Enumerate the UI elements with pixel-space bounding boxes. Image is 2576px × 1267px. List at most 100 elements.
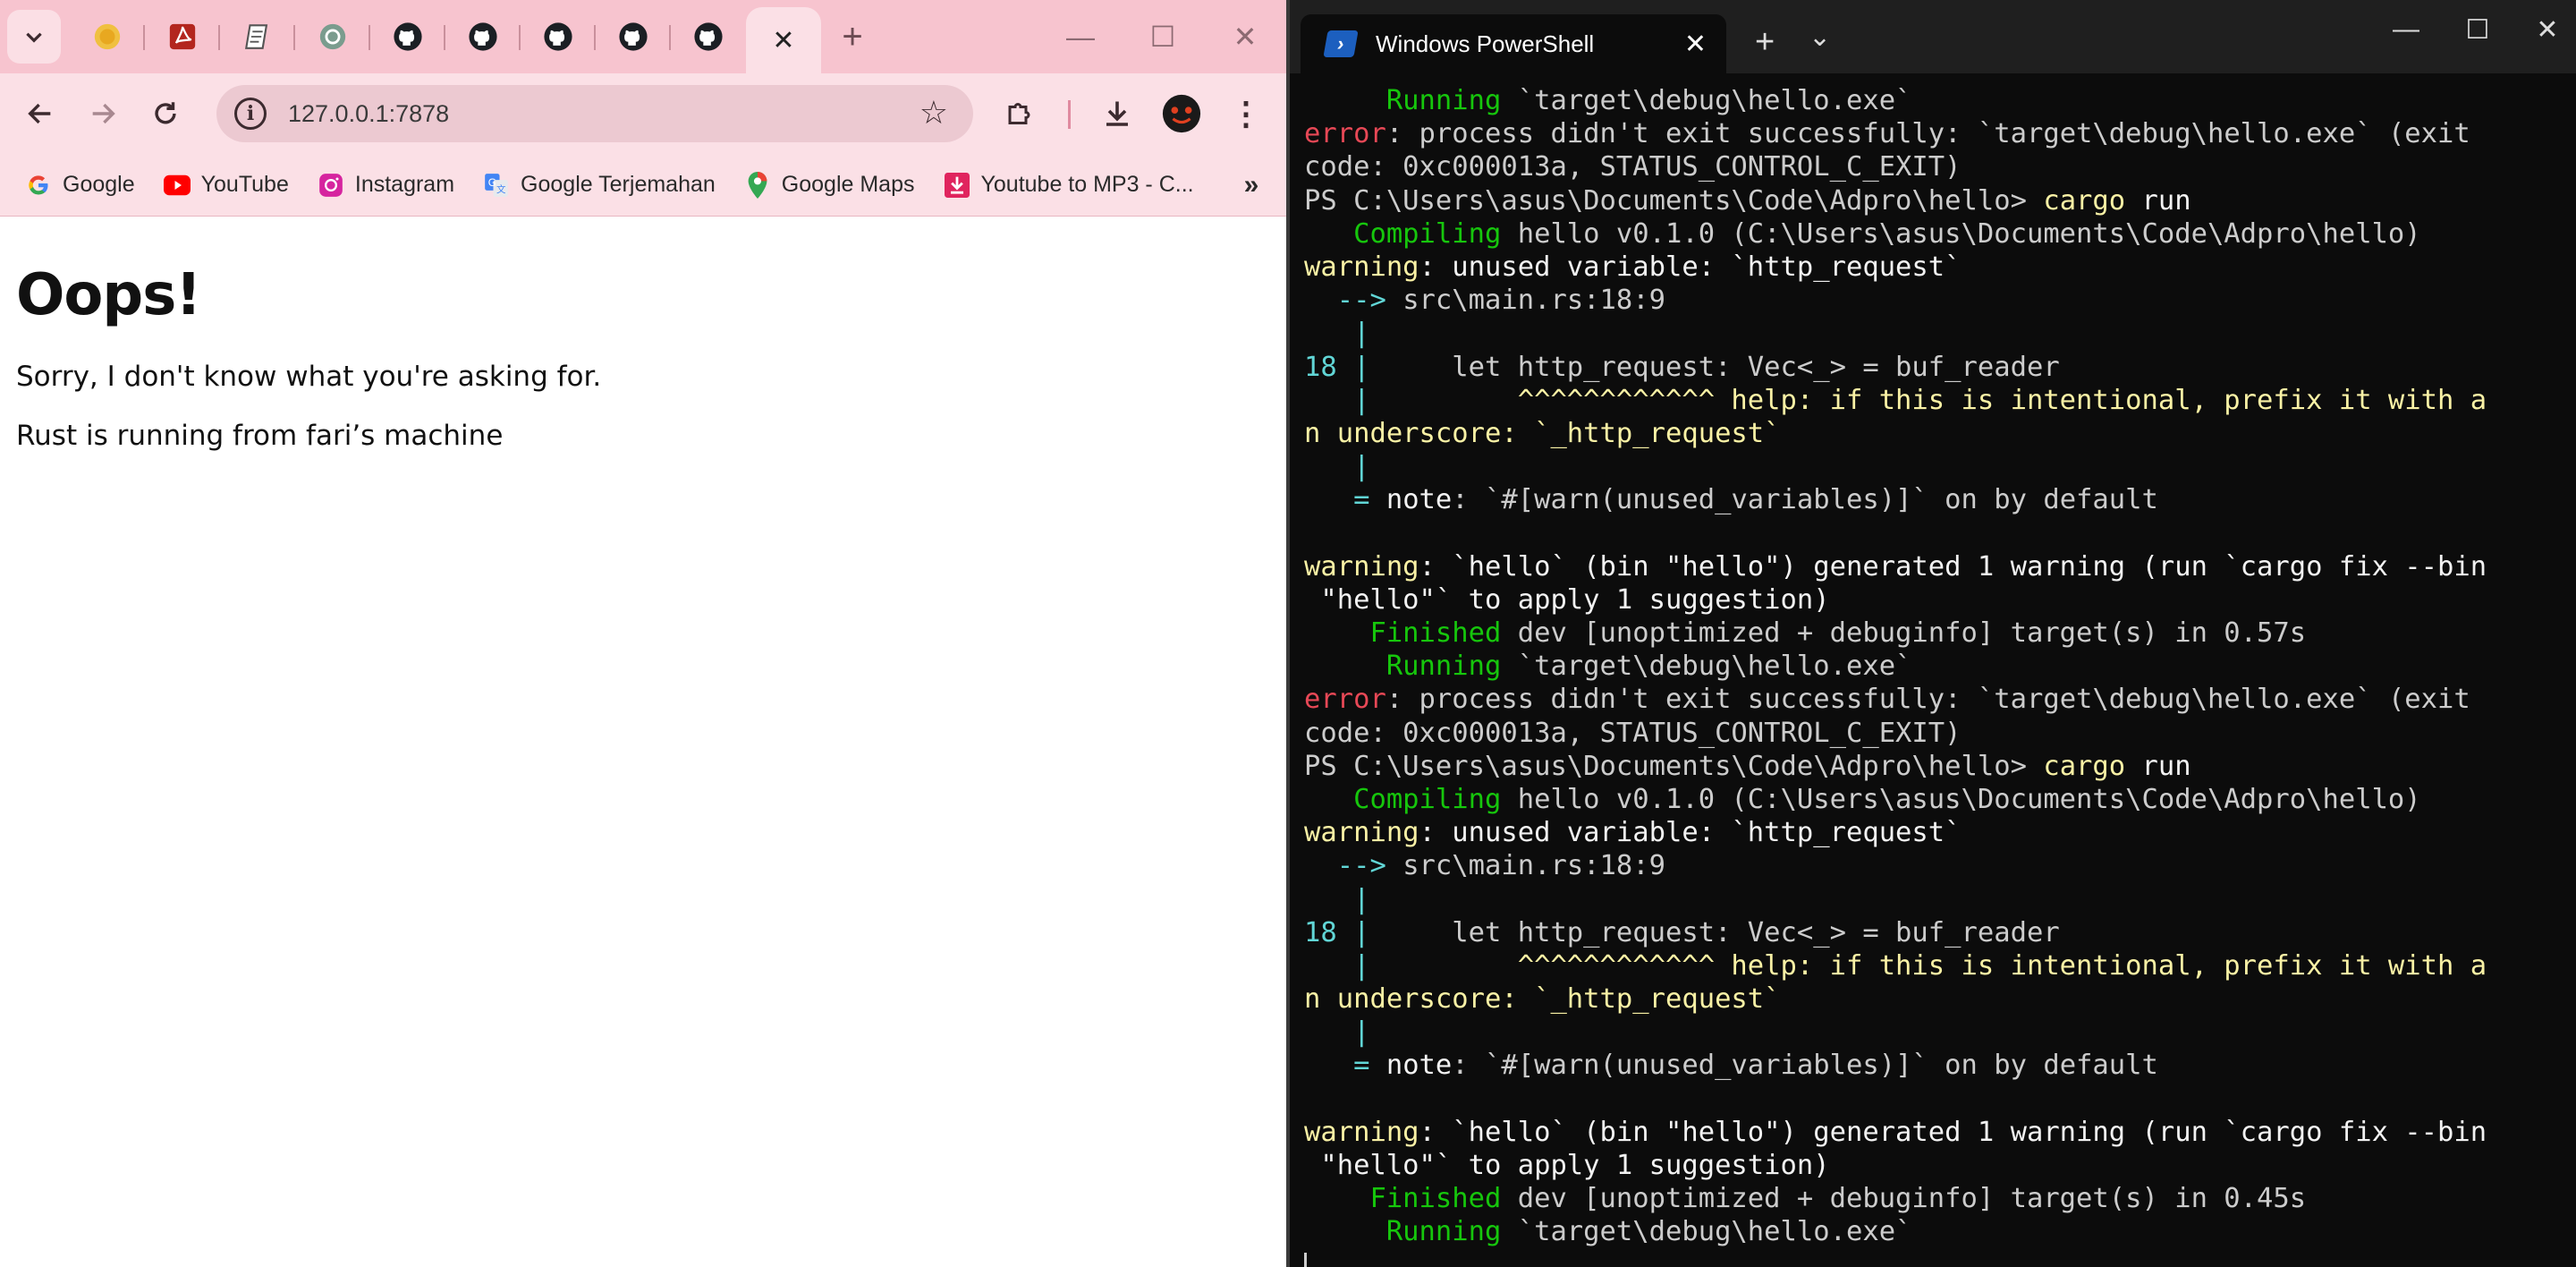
page-heading: Oops! bbox=[16, 262, 201, 328]
terminal-text: n underscore: `_http_request` bbox=[1304, 983, 1781, 1016]
terminal-text: `target\debug\hello.exe` bbox=[1501, 651, 1912, 683]
youtube-icon bbox=[163, 172, 191, 199]
chevron-down-icon bbox=[26, 32, 42, 43]
site-info-icon[interactable]: i bbox=[234, 98, 267, 130]
bookmark-label: Instagram bbox=[354, 172, 455, 197]
tab-9[interactable] bbox=[671, 0, 746, 73]
menu-button[interactable]: ⋮ bbox=[1222, 89, 1270, 138]
terminal-tab[interactable]: › Windows PowerShell ✕ bbox=[1301, 14, 1726, 73]
terminal-text: warning bbox=[1304, 251, 1419, 283]
terminal-line: error: process didn't exit successfully:… bbox=[1304, 117, 2565, 150]
address-bar[interactable]: i 127.0.0.1:7878 ☆ bbox=[216, 85, 973, 142]
coin-icon bbox=[94, 23, 121, 50]
terminal-text: : unused variable: `http_request` bbox=[1419, 251, 1962, 283]
new-tab-button[interactable]: + bbox=[821, 0, 884, 73]
tab-8[interactable] bbox=[596, 0, 671, 73]
terminal-text: : process didn't exit successfully: `tar… bbox=[1385, 684, 2470, 716]
github-icon bbox=[694, 22, 723, 51]
terminal-tab-title: Windows PowerShell bbox=[1376, 30, 1595, 57]
arrow-right-icon bbox=[92, 103, 115, 124]
download-box-icon bbox=[944, 172, 970, 199]
arrow-left-icon bbox=[28, 103, 51, 124]
tab-4[interactable] bbox=[295, 0, 370, 73]
bookmark-google-maps[interactable]: Google Maps bbox=[744, 171, 915, 199]
terminal-text: run bbox=[2125, 184, 2191, 217]
active-tab[interactable]: ✕ bbox=[746, 7, 821, 73]
tab-strip: ✕ + — ☐ ✕ bbox=[0, 0, 1286, 73]
tab-5[interactable] bbox=[370, 0, 445, 73]
terminal-line: | bbox=[1304, 1016, 2565, 1049]
reload-icon bbox=[155, 102, 176, 124]
more-vertical-icon: ⋮ bbox=[1230, 95, 1262, 132]
more-bookmarks-button[interactable]: » bbox=[1244, 170, 1259, 200]
terminal-line: code: 0xc000013a, STATUS_CONTROL_C_EXIT) bbox=[1304, 150, 2565, 183]
terminal-text: --> bbox=[1304, 850, 1386, 882]
terminal-text: n underscore: `_http_request` bbox=[1304, 417, 1781, 449]
terminal-text: let http_request: Vec<_> = buf_reader bbox=[1369, 916, 2060, 948]
bookmark-youtube-mp3[interactable]: Youtube to MP3 - C... bbox=[944, 172, 1194, 199]
browser-toolbar: i 127.0.0.1:7878 ☆ ⋮ bbox=[0, 73, 1286, 154]
svg-text:文: 文 bbox=[496, 183, 506, 195]
bookmark-instagram[interactable]: Instagram bbox=[318, 172, 454, 199]
terminal-text: : `#[warn(unused_variables)]` on by defa… bbox=[1452, 484, 2158, 516]
tab-7[interactable] bbox=[521, 0, 596, 73]
terminal-line: PS C:\Users\asus\Documents\Code\Adpro\he… bbox=[1304, 750, 2565, 783]
profile-avatar[interactable] bbox=[1157, 89, 1206, 138]
close-window-button[interactable]: ✕ bbox=[2521, 14, 2574, 46]
toolbar-divider bbox=[1068, 100, 1071, 129]
tab-6[interactable] bbox=[445, 0, 521, 73]
downloads-button[interactable] bbox=[1093, 89, 1141, 138]
svg-text:G: G bbox=[488, 176, 496, 189]
bookmark-youtube[interactable]: YouTube bbox=[163, 172, 289, 199]
tab-search-button[interactable] bbox=[7, 10, 61, 64]
minimize-button[interactable]: — bbox=[2379, 14, 2433, 45]
page-message-machine: Rust is running from fari’s machine bbox=[16, 420, 504, 452]
terminal-line: 18 | let http_request: Vec<_> = buf_read… bbox=[1304, 916, 2565, 949]
tab-1[interactable] bbox=[70, 0, 145, 73]
bookmark-google[interactable]: Google bbox=[25, 172, 135, 199]
address-url[interactable]: 127.0.0.1:7878 bbox=[288, 100, 449, 128]
terminal-text: "hello"` to apply 1 suggestion) bbox=[1304, 583, 1830, 616]
terminal-line: | bbox=[1304, 450, 2565, 483]
terminal-text: note bbox=[1385, 1050, 1453, 1082]
maximize-button[interactable]: ☐ bbox=[2451, 14, 2504, 46]
chatgpt-icon bbox=[319, 23, 346, 50]
terminal-text: --> bbox=[1304, 285, 1386, 317]
terminal-text: note bbox=[1385, 484, 1453, 516]
tab-dropdown-button[interactable]: ⌄ bbox=[1809, 21, 1831, 53]
terminal-line: | ^^^^^^^^^^^^ help: if this is intentio… bbox=[1304, 949, 2565, 982]
new-tab-button[interactable]: + bbox=[1755, 23, 1775, 62]
tab-2[interactable] bbox=[145, 0, 220, 73]
maximize-button[interactable]: ☐ bbox=[1122, 0, 1204, 73]
notes-icon bbox=[244, 24, 268, 49]
tab-3[interactable] bbox=[220, 0, 295, 73]
terminal-line: warning: unused variable: `http_request` bbox=[1304, 251, 2565, 284]
back-button[interactable] bbox=[9, 82, 72, 145]
terminal-text: error bbox=[1304, 684, 1386, 716]
terminal-text: error bbox=[1304, 118, 1386, 150]
page-content: Oops! Sorry, I don't know what you're as… bbox=[0, 217, 1286, 1267]
bookmark-google-translate[interactable]: G文 Google Terjemahan bbox=[483, 172, 716, 199]
extensions-button[interactable] bbox=[996, 89, 1045, 138]
close-tab-icon[interactable]: ✕ bbox=[1684, 29, 1707, 60]
terminal-line: PS C:\Users\asus\Documents\Code\Adpro\he… bbox=[1304, 184, 2565, 217]
terminal-output[interactable]: Running `target\debug\hello.exe` error: p… bbox=[1304, 84, 2565, 1267]
terminal-line: Running `target\debug\hello.exe` bbox=[1304, 650, 2565, 683]
terminal-text: : `#[warn(unused_variables)]` on by defa… bbox=[1452, 1050, 2158, 1082]
bookmark-star-icon[interactable]: ☆ bbox=[919, 94, 948, 132]
terminal-line: | bbox=[1304, 317, 2565, 350]
forward-button[interactable] bbox=[72, 82, 134, 145]
terminal-line: warning: unused variable: `http_request` bbox=[1304, 816, 2565, 849]
reload-button[interactable] bbox=[134, 82, 197, 145]
terminal-line: | ^^^^^^^^^^^^ help: if this is intentio… bbox=[1304, 384, 2565, 417]
close-tab-icon[interactable]: ✕ bbox=[772, 25, 794, 56]
terminal-text: : `hello` (bin "hello") generated 1 warn… bbox=[1419, 550, 2487, 582]
close-window-button[interactable]: ✕ bbox=[1204, 0, 1286, 73]
terminal-text: src\main.rs:18:9 bbox=[1385, 850, 1665, 882]
terminal-text: : process didn't exit successfully: `tar… bbox=[1385, 118, 2470, 150]
minimize-button[interactable]: — bbox=[1039, 0, 1122, 73]
terminal-prompt-line[interactable] bbox=[1304, 1249, 2565, 1267]
avatar-icon bbox=[1162, 94, 1201, 133]
